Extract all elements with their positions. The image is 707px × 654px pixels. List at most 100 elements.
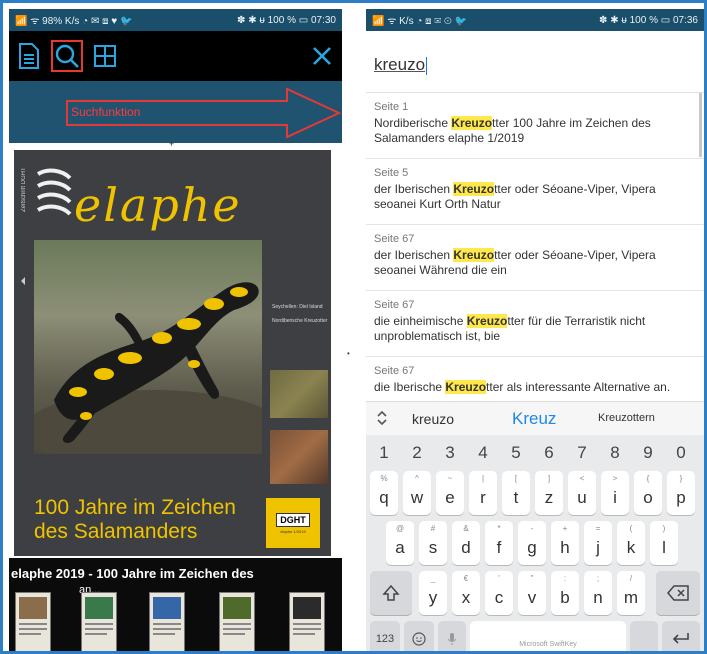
result-highlight: Kreuzo bbox=[453, 248, 495, 262]
key-r[interactable]: | r bbox=[469, 471, 497, 515]
key-8[interactable]: 8 bbox=[601, 439, 629, 467]
key-q[interactable]: % q bbox=[370, 471, 398, 515]
key-2[interactable]: 2 bbox=[403, 439, 431, 467]
dght-logo-text: DGHT bbox=[276, 512, 310, 527]
cover-headline-line2: des Salamanders bbox=[34, 520, 198, 543]
punctuation-key[interactable] bbox=[630, 621, 658, 651]
search-input[interactable]: kreuzo bbox=[374, 55, 428, 75]
status-bar: 📶 ᯤ 98% K/s ◔ ✉ ⧈ ♥ 🐦 ✽ ✱ ᵾ 100 % ▭ 07:3… bbox=[9, 9, 342, 31]
result-page: Seite 67 bbox=[374, 233, 415, 245]
key-label: i bbox=[613, 488, 617, 507]
search-screen: 📶 ᯤ K/s ◔ ⧈ ✉ ⊙ 🐦 ✽ ✱ ᵾ 100 % ▭ 07:36 kr… bbox=[366, 9, 704, 651]
search-result[interactable]: Seite 67 die einheimische Kreuzotter für… bbox=[366, 291, 704, 357]
magazine-cover[interactable]: Zeitschrift DGHT elaphe Seychellen: Diel… bbox=[14, 150, 331, 556]
screenshot-frame: 📶 ᯤ 98% K/s ◔ ✉ ⧈ ♥ 🐦 ✽ ✱ ᵾ 100 % ▭ 07:3… bbox=[0, 0, 707, 654]
key-3[interactable]: 3 bbox=[436, 439, 464, 467]
page-thumbnail[interactable] bbox=[15, 592, 51, 651]
key-label: w bbox=[410, 488, 424, 507]
key-n[interactable]: ; n bbox=[584, 571, 612, 615]
suggestion-3[interactable]: Kreuzottern bbox=[598, 412, 655, 424]
grid-view-icon[interactable] bbox=[89, 40, 121, 72]
result-text-pre: der Iberischen bbox=[374, 248, 454, 262]
key-alt: ) bbox=[662, 524, 666, 533]
close-icon[interactable] bbox=[308, 42, 336, 70]
page-thumbnail[interactable] bbox=[149, 592, 185, 651]
turtle-photo bbox=[270, 370, 328, 418]
result-page: Seite 67 bbox=[374, 299, 415, 311]
result-highlight: Kreuzo bbox=[453, 182, 495, 196]
key-m[interactable]: / m bbox=[617, 571, 645, 615]
symbols-key[interactable]: 123 bbox=[370, 621, 400, 651]
key-7[interactable]: 7 bbox=[568, 439, 596, 467]
key-0[interactable]: 0 bbox=[667, 439, 695, 467]
key-alt: ~ bbox=[447, 474, 453, 483]
key-z[interactable]: ] z bbox=[535, 471, 563, 515]
page-thumbnail[interactable] bbox=[219, 592, 255, 651]
key-y[interactable]: _ y bbox=[419, 571, 447, 615]
search-icon[interactable] bbox=[51, 40, 83, 72]
key-label: p bbox=[676, 488, 686, 507]
key-alt: " bbox=[530, 574, 534, 583]
suggestion-expand-icon[interactable] bbox=[376, 410, 390, 428]
key-j[interactable]: = j bbox=[584, 521, 612, 565]
key-label: n bbox=[593, 588, 603, 607]
key-label: v bbox=[527, 588, 537, 607]
voice-key[interactable] bbox=[438, 621, 466, 651]
emoji-key[interactable] bbox=[404, 621, 434, 651]
shift-key[interactable] bbox=[370, 571, 412, 615]
key-v[interactable]: " v bbox=[518, 571, 546, 615]
key-h[interactable]: + h bbox=[551, 521, 579, 565]
search-result[interactable]: Seite 67 die Iberische Kreuzotter als in… bbox=[366, 357, 704, 403]
suggestion-2[interactable]: Kreuz bbox=[512, 409, 556, 429]
key-e[interactable]: ~ e bbox=[436, 471, 464, 515]
snake-photo bbox=[270, 430, 328, 484]
key-s[interactable]: # s bbox=[419, 521, 447, 565]
key-k[interactable]: (k bbox=[617, 521, 645, 565]
result-highlight: Kreuzo bbox=[451, 116, 493, 130]
space-key[interactable]: Microsoft SwiftKey bbox=[470, 621, 626, 651]
key-5[interactable]: 5 bbox=[502, 439, 530, 467]
key-f[interactable]: * f bbox=[485, 521, 513, 565]
key-u[interactable]: < u bbox=[568, 471, 596, 515]
key-alt: > bbox=[612, 474, 618, 483]
key-b[interactable]: :b bbox=[551, 571, 579, 615]
key-g[interactable]: -g bbox=[518, 521, 546, 565]
key-d[interactable]: & d bbox=[452, 521, 480, 565]
page-thumbnail[interactable] bbox=[81, 592, 117, 651]
issue-title: elaphe 2019 - 100 Jahre im Zeichen des bbox=[11, 566, 254, 581]
key-p[interactable]: } p bbox=[667, 471, 695, 515]
key-label: j bbox=[596, 538, 600, 557]
search-result[interactable]: Seite 1 Nordiberische Kreuzotter 100 Jah… bbox=[366, 93, 704, 159]
key-x[interactable]: € x bbox=[452, 571, 480, 615]
scrollbar[interactable] bbox=[699, 93, 702, 157]
key-alt: & bbox=[463, 524, 469, 533]
key-o[interactable]: {o bbox=[634, 471, 662, 515]
key-4[interactable]: 4 bbox=[469, 439, 497, 467]
key-l[interactable]: ) l bbox=[650, 521, 678, 565]
key-label: c bbox=[494, 588, 504, 607]
key-alt: - bbox=[530, 524, 534, 533]
search-result[interactable]: Seite 67 der Iberischen Kreuzotter oder … bbox=[366, 225, 704, 291]
page-thumbnail[interactable] bbox=[289, 592, 325, 651]
key-1[interactable]: 1 bbox=[370, 439, 398, 467]
suggestion-1[interactable]: kreuzo bbox=[412, 411, 454, 427]
key-6[interactable]: 6 bbox=[535, 439, 563, 467]
search-result[interactable]: Seite 5 der Iberischen Kreuzotter oder S… bbox=[366, 159, 704, 225]
key-label: m bbox=[623, 588, 639, 607]
key-9[interactable]: 9 bbox=[634, 439, 662, 467]
key-a[interactable]: @ a bbox=[386, 521, 414, 565]
cover-teaser-text: Seychellen: Diel Island Nordiberische Kr… bbox=[272, 304, 328, 324]
key-c[interactable]: ' c bbox=[485, 571, 513, 615]
enter-key[interactable] bbox=[662, 621, 700, 651]
key-label: y bbox=[428, 588, 438, 607]
key-i[interactable]: > i bbox=[601, 471, 629, 515]
key-t[interactable]: [t bbox=[502, 471, 530, 515]
elaphe-logo-mark bbox=[36, 168, 72, 216]
previous-page-arrow-icon[interactable] bbox=[21, 277, 25, 285]
cover-headline-line1: 100 Jahre im Zeichen bbox=[34, 496, 236, 519]
key-w[interactable]: ^ w bbox=[403, 471, 431, 515]
document-icon[interactable] bbox=[13, 40, 45, 72]
backspace-key[interactable] bbox=[656, 571, 700, 615]
dght-logo-sub: elaphe 1/2019 bbox=[280, 528, 306, 534]
result-page: Seite 67 bbox=[374, 365, 415, 377]
